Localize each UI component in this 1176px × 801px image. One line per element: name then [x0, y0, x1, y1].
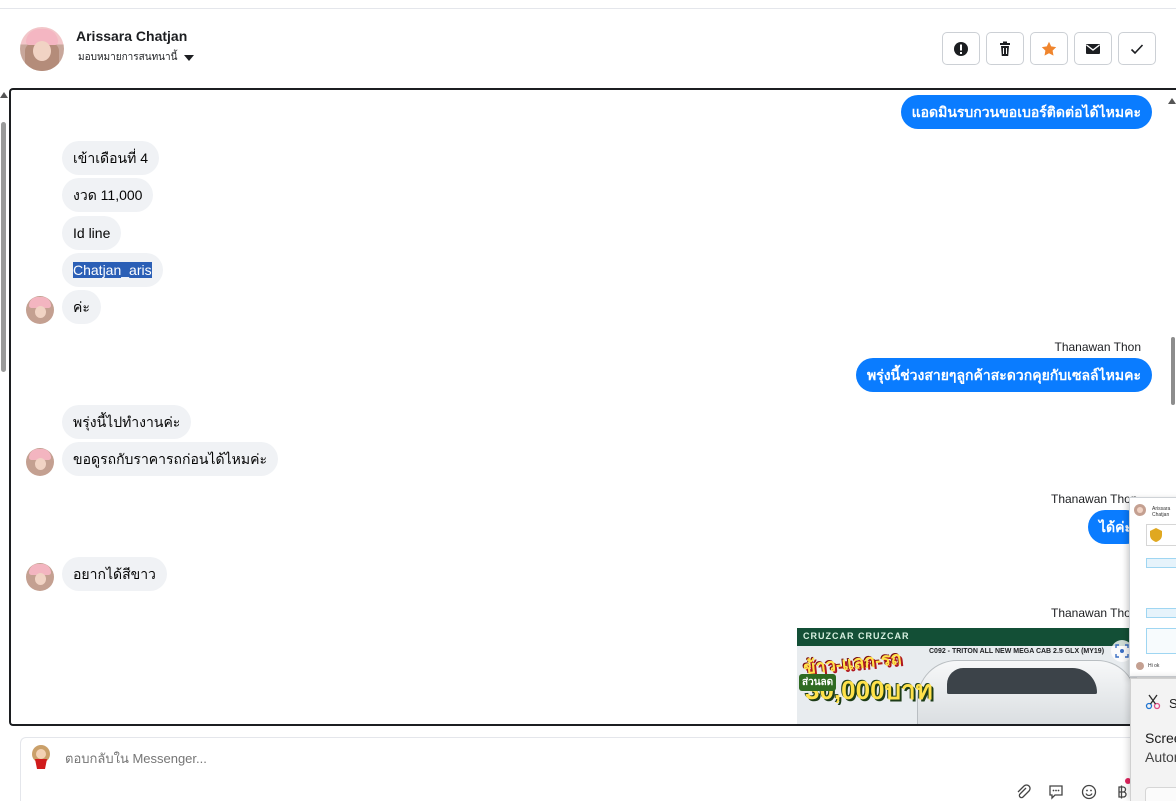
ad-model-text: C092 - TRITON ALL NEW MEGA CAB 2.5 GLX (… [929, 648, 1105, 655]
contact-avatar[interactable] [20, 27, 64, 71]
message-outgoing[interactable]: พรุ่งนี้ช่วงสายๆลูกค้าสะดวกคุยกับเซลล์ไห… [855, 358, 1152, 392]
snipping-tool-notification[interactable]: Sn Scree Autom [1130, 678, 1176, 801]
messenger-inbox-page: Arissara Chatjan มอบหมายการสนทนานี้ แอดม… [0, 0, 1176, 801]
page-avatar [30, 745, 52, 769]
trash-icon [1000, 41, 1010, 56]
sender-name: Thanawan Thon [1051, 492, 1138, 506]
alert-icon [954, 41, 968, 56]
scrollbar-thumb[interactable] [1, 122, 6, 372]
check-icon [1130, 43, 1144, 54]
conversation-header: Arissara Chatjan มอบหมายการสนทนานี้ [0, 9, 1176, 88]
selected-text[interactable]: Chatjan_aris [73, 262, 152, 278]
mark-done-button[interactable] [1118, 32, 1156, 65]
delete-button[interactable] [986, 32, 1024, 65]
toast-line-1: Scree [1145, 730, 1176, 746]
sender-avatar[interactable] [26, 448, 54, 476]
composer-toolbar [1013, 782, 1131, 801]
emoji-icon[interactable] [1079, 782, 1098, 801]
mail-icon [1086, 43, 1100, 54]
header-actions [942, 32, 1156, 65]
saved-replies-icon[interactable] [1046, 782, 1065, 801]
car-promo-image[interactable]: CRUZCAR CRUZCAR C092 - TRITON ALL NEW ME… [797, 628, 1137, 724]
sender-name: Thanawan Thon [1051, 606, 1138, 620]
car-window-shape [947, 668, 1097, 694]
payment-baht-icon[interactable] [1112, 782, 1131, 801]
message-incoming[interactable]: เข้าเดือนที่ 4 [62, 141, 159, 175]
reply-input[interactable] [65, 751, 665, 766]
message-outgoing[interactable]: แอดมินรบกวนขอเบอร์ติดต่อได้ไหมคะ [900, 95, 1152, 129]
sender-name: Thanawan Thon [1054, 340, 1141, 354]
caret-down-icon [184, 54, 195, 61]
reply-composer [20, 737, 1176, 801]
report-button[interactable] [942, 32, 980, 65]
outer-scrollbar[interactable] [0, 88, 8, 726]
contact-name[interactable]: Arissara Chatjan [76, 28, 187, 44]
thumbnail-title: Arissara Chatjan [1152, 506, 1171, 518]
mail-button[interactable] [1074, 32, 1112, 65]
assign-conversation-dropdown[interactable]: มอบหมายการสนทนานี้ [78, 50, 195, 65]
scroll-up-arrow-icon[interactable] [0, 92, 8, 98]
message-incoming[interactable]: Chatjan_aris [62, 253, 163, 287]
screenshot-thumbnail-window[interactable]: Arissara Chatjan Hi ok [1129, 497, 1176, 677]
scissors-icon [1145, 694, 1161, 710]
sender-avatar[interactable] [26, 563, 54, 591]
sender-avatar[interactable] [26, 296, 54, 324]
star-icon [1041, 41, 1057, 56]
ad-strip-text: CRUZCAR CRUZCAR [797, 628, 1137, 646]
scroll-up-arrow-icon[interactable] [1168, 98, 1176, 104]
toast-line-2: Autom [1145, 749, 1176, 765]
toast-action-button[interactable] [1145, 787, 1176, 801]
message-incoming[interactable]: งวด 11,000 [62, 178, 154, 212]
message-incoming[interactable]: ขอดูรถกับราคารถก่อนได้ไหมค่ะ [62, 442, 279, 476]
scrollbar-thumb[interactable] [1171, 337, 1175, 405]
message-incoming[interactable]: พรุ่งนี้ไปทำงานค่ะ [62, 405, 192, 439]
attach-icon[interactable] [1013, 782, 1032, 801]
message-incoming[interactable]: ค่ะ [62, 290, 101, 324]
assign-label: มอบหมายการสนทนานี้ [78, 52, 178, 63]
message-incoming[interactable]: อยากได้สีขาว [62, 557, 167, 591]
message-thread[interactable]: แอดมินรบกวนขอเบอร์ติดต่อได้ไหมคะ เข้าเดื… [9, 88, 1176, 726]
toast-app-name: Sn [1169, 696, 1176, 711]
thumbnail-caption: Hi ok [1148, 663, 1160, 669]
star-button[interactable] [1030, 32, 1068, 65]
ad-discount-label: ส่วนลด [799, 674, 837, 691]
message-incoming[interactable]: Id line [62, 216, 122, 250]
